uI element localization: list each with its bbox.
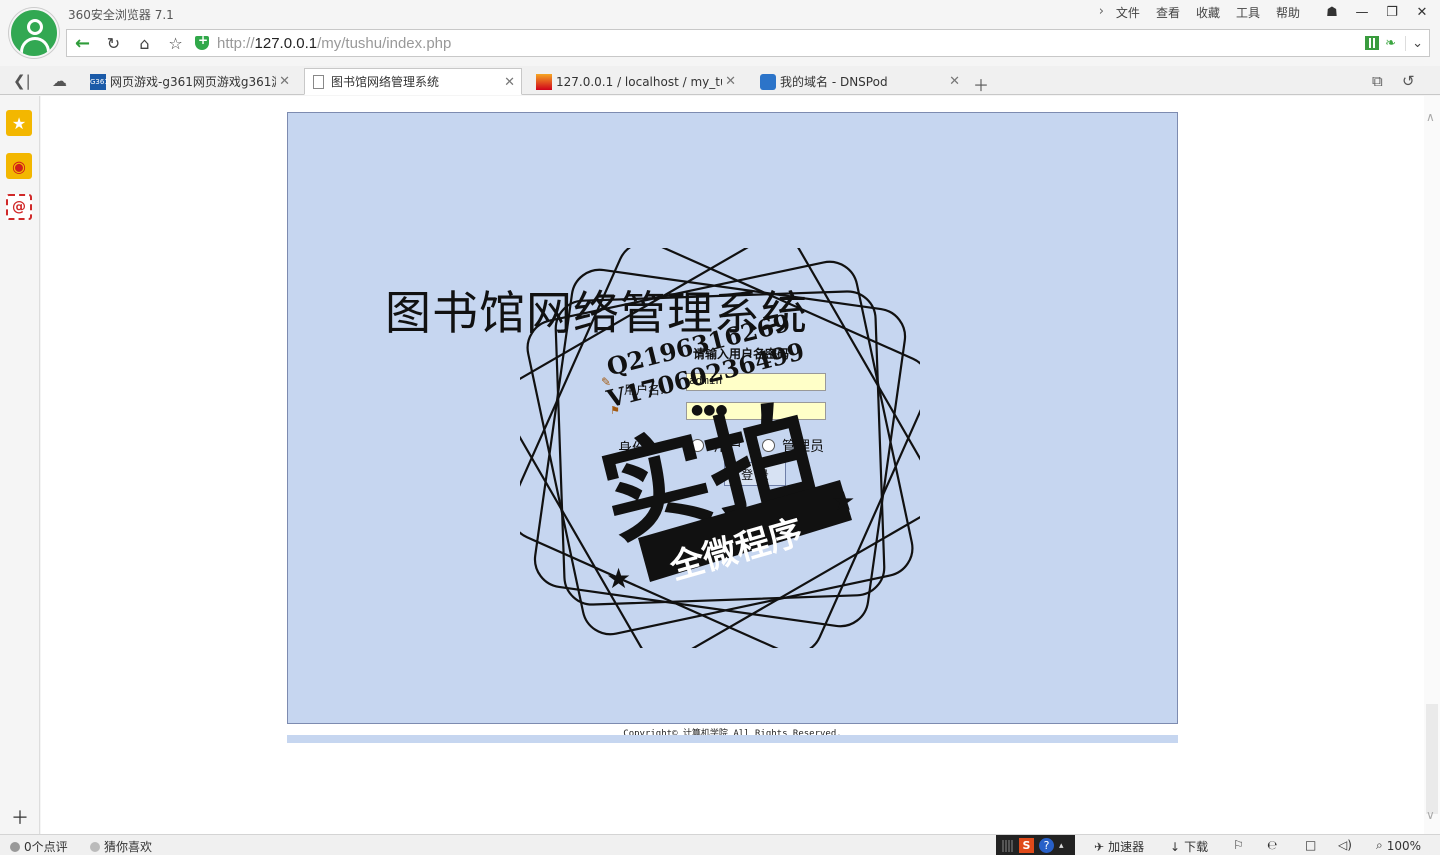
comments-status[interactable]: 0个点评 (10, 838, 68, 855)
role-admin-radio[interactable] (762, 439, 775, 452)
user-icon: ✎ (601, 375, 612, 389)
flag-icon[interactable]: ⚐ (1233, 838, 1244, 852)
magnifier-icon: ⌕ (1376, 838, 1383, 852)
ime-grip-icon (1002, 839, 1014, 852)
comment-icon (10, 841, 20, 852)
menu-chevron-icon[interactable]: › (1099, 4, 1104, 21)
rocket-icon: ✈ (1094, 839, 1105, 854)
role-admin-label: 管理员 (782, 439, 824, 455)
cloud-icon[interactable]: ☁ (52, 72, 67, 90)
ime-help-icon[interactable]: ? (1039, 838, 1054, 853)
security-shield-icon[interactable] (195, 33, 209, 50)
app-title: 360安全浏览器 7.1 (68, 8, 174, 22)
menu-file[interactable]: 文件 (1116, 4, 1140, 21)
guess-you-like[interactable]: 猜你喜欢 (90, 838, 152, 855)
role-user-label: 用户 (714, 439, 742, 455)
accelerator-button[interactable]: ✈ 加速器 (1094, 838, 1144, 855)
scroll-down-icon[interactable]: ∨ (1426, 808, 1435, 822)
title-bar: 360安全浏览器 7.1 › 文件 查看 收藏 工具 帮助 ☗ — ❐ ✕ (0, 0, 1440, 28)
tab-library-system[interactable]: 图书馆网络管理系统 ✕ (304, 68, 522, 95)
sidebar-add-icon[interactable]: ＋ (11, 804, 29, 830)
sidebar: ★ ◉ @ ＋ (0, 96, 40, 834)
address-bar: ← ↻ ⌂ ☆ http://127.0.0.1/my/tushu/index.… (66, 29, 1430, 57)
sound-icon[interactable]: ◁) (1338, 838, 1352, 852)
tab-g361[interactable]: G361 网页游戏-g361网页游戏g361游 ✕ (84, 68, 296, 95)
login-panel: 图书馆网络管理系统 请输入用户名密码 ✎ 用户名: admin ⚑ ●●● 身份… (287, 112, 1178, 724)
scroll-thumb[interactable] (1426, 704, 1438, 814)
tab-list-icon[interactable]: ⧉ (1372, 72, 1383, 90)
watermark-banner: 全微程序 (665, 512, 808, 588)
tab-dnspod[interactable]: 我的域名 - DNSPod ✕ (754, 68, 966, 95)
zoom-control[interactable]: ⌕ 100% (1376, 838, 1421, 853)
tab-label: 我的域名 - DNSPod (780, 75, 888, 89)
username-input[interactable]: admin (686, 373, 826, 391)
download-button[interactable]: ↓ 下载 (1170, 838, 1208, 855)
password-icon: ⚑ (610, 404, 620, 417)
login-prompt: 请输入用户名密码 (693, 347, 790, 361)
sidebar-toggle-icon[interactable]: ❮| (13, 72, 31, 90)
scroll-up-icon[interactable]: ∧ (1426, 110, 1435, 124)
menu-bar: › 文件 查看 收藏 工具 帮助 (1099, 4, 1316, 21)
page-title: 图书馆网络管理系统 (385, 286, 808, 340)
skin-icon[interactable]: ☗ (1320, 2, 1344, 22)
back-arrow-icon[interactable]: ← (67, 30, 98, 56)
menu-favorites[interactable]: 收藏 (1196, 4, 1220, 21)
weibo-icon[interactable]: ◉ (6, 153, 32, 179)
sogou-ime-icon[interactable]: S (1019, 838, 1034, 853)
close-tab-icon[interactable]: ✕ (279, 74, 290, 89)
undo-close-icon[interactable]: ↺ (1402, 72, 1415, 90)
dnspod-icon (760, 73, 776, 90)
leaf-icon[interactable]: ❧ (1385, 36, 1399, 51)
tab-label: 网页游戏-g361网页游戏g361游 (110, 75, 276, 89)
watermark-star-left: ★ (606, 562, 631, 595)
ime-toolbar[interactable]: S ? ▴ (996, 835, 1075, 855)
window-controls: ☗ — ❐ ✕ (1320, 2, 1434, 22)
refresh-icon[interactable]: ↻ (98, 30, 129, 56)
new-tab-icon[interactable]: ＋ (973, 72, 989, 96)
watermark-banner-shape (638, 480, 852, 582)
tab-bar: ❮| ☁ G361 网页游戏-g361网页游戏g361游 ✕ 图书馆网络管理系统… (0, 66, 1440, 95)
watermark-star-right: ★ (832, 487, 855, 517)
menu-help[interactable]: 帮助 (1276, 4, 1300, 21)
document-icon (313, 74, 324, 89)
close-tab-icon[interactable]: ✕ (949, 74, 960, 89)
role-label: 身份 (618, 441, 646, 457)
close-window-button[interactable]: ✕ (1410, 2, 1434, 22)
recommend-icon (90, 841, 100, 852)
minimize-button[interactable]: — (1350, 2, 1374, 22)
window-icon[interactable]: □ (1305, 838, 1316, 852)
role-user-radio[interactable] (691, 439, 704, 452)
address-dropdown-chevron-icon[interactable]: ⌄ (1405, 35, 1423, 51)
tab-label: 图书馆网络管理系统 (331, 75, 440, 89)
home-icon[interactable]: ⌂ (129, 30, 160, 56)
mail-icon[interactable]: @ (6, 194, 32, 220)
close-tab-icon[interactable]: ✕ (504, 75, 515, 90)
status-bar: 0个点评 猜你喜欢 S ? ▴ ✈ 加速器 ↓ 下载 ⚐ ℮ □ ◁) ⌕ 10… (0, 834, 1440, 855)
phpmyadmin-icon (536, 73, 552, 90)
username-label: 用户名: (624, 383, 665, 397)
footer-bar (287, 735, 1178, 743)
tab-phpmyadmin[interactable]: 127.0.0.1 / localhost / my_tu ✕ (530, 68, 742, 95)
browser-logo-icon[interactable] (9, 8, 59, 58)
qr-code-icon[interactable] (1365, 36, 1380, 50)
tab-label: 127.0.0.1 / localhost / my_tu (556, 74, 722, 89)
download-icon: ↓ (1170, 839, 1181, 854)
favorite-star-icon[interactable]: ☆ (160, 30, 191, 56)
maximize-button[interactable]: ❐ (1380, 2, 1404, 22)
login-button[interactable]: 登 录 (724, 462, 786, 486)
password-input[interactable]: ●●● (686, 402, 826, 420)
url-input[interactable]: http://127.0.0.1/my/tushu/index.php (217, 35, 451, 52)
g361-icon: G361 (90, 73, 109, 90)
ie-mode-icon[interactable]: ℮ (1267, 838, 1277, 852)
ime-expand-icon[interactable]: ▴ (1059, 841, 1064, 851)
favorites-star-icon[interactable]: ★ (6, 110, 32, 136)
vertical-scrollbar[interactable]: ∧ ∨ (1424, 96, 1440, 834)
menu-tools[interactable]: 工具 (1236, 4, 1260, 21)
menu-view[interactable]: 查看 (1156, 4, 1180, 21)
close-tab-icon[interactable]: ✕ (725, 74, 736, 89)
